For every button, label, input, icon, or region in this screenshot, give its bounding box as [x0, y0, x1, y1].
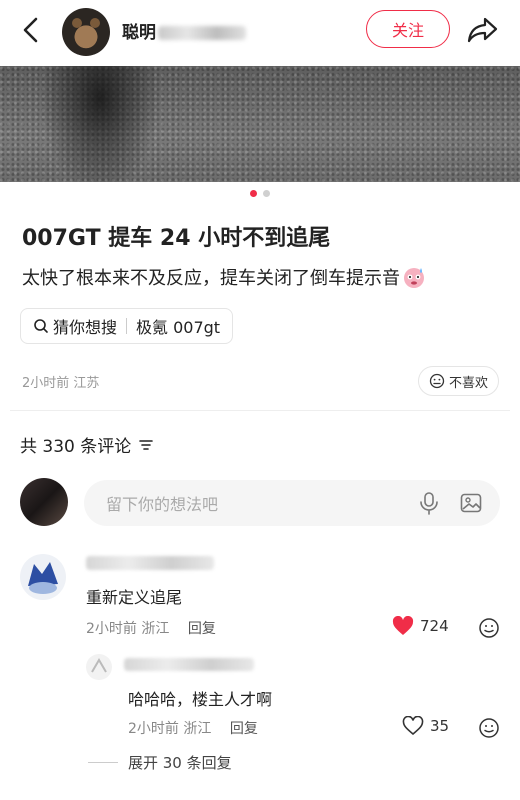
like-count: 724	[420, 617, 449, 635]
author-name[interactable]: 聪明	[122, 18, 246, 43]
back-arrow-icon[interactable]	[16, 14, 48, 46]
post-meta: 2小时前 江苏	[22, 376, 100, 391]
post-description: 太快了根本来不及反应，提车关闭了倒车提示音	[22, 264, 426, 290]
author-avatar[interactable]	[62, 8, 110, 56]
author-name-blurred	[158, 26, 246, 40]
reply-text[interactable]: 哈哈哈，楼主人才啊	[128, 686, 272, 710]
like-button[interactable]: 35	[402, 716, 449, 736]
search-icon	[34, 319, 48, 333]
like-button[interactable]: 724	[392, 616, 449, 636]
reply-meta: 2小时前 浙江 回复	[128, 721, 258, 737]
search-query: 极氪 007gt	[136, 318, 221, 337]
search-prefix: 猜你想搜	[53, 318, 118, 337]
sort-icon[interactable]	[139, 439, 154, 451]
carousel-dot	[263, 190, 270, 197]
expand-line	[88, 762, 118, 763]
heart-outline-icon	[402, 716, 424, 736]
commenter-avatar[interactable]	[20, 554, 66, 600]
divider	[10, 410, 510, 411]
commenter-name-blurred[interactable]	[86, 556, 214, 570]
replier-name-blurred[interactable]	[124, 658, 254, 671]
reply-button[interactable]: 回复	[188, 621, 216, 637]
top-bar: 聪明 关注	[0, 0, 520, 64]
post-image[interactable]	[0, 66, 520, 182]
expand-replies-button[interactable]: 展开 30 条回复	[88, 752, 232, 773]
like-count: 35	[430, 717, 450, 735]
carousel-indicator	[0, 190, 520, 200]
dislike-button[interactable]: 不喜欢	[418, 366, 500, 396]
sweat-face-emoji-icon	[404, 268, 424, 288]
my-avatar	[20, 478, 68, 526]
share-icon[interactable]	[466, 12, 500, 46]
follow-button[interactable]: 关注	[366, 10, 450, 48]
replier-avatar[interactable]	[86, 654, 112, 680]
microphone-icon[interactable]	[418, 491, 440, 515]
neutral-face-icon	[429, 373, 445, 389]
reaction-face-icon[interactable]	[478, 617, 500, 639]
comment-count[interactable]: 共 330 条评论	[20, 432, 154, 457]
comment-meta: 2小时前 浙江 回复	[86, 621, 216, 637]
reply-button[interactable]: 回复	[230, 721, 258, 737]
guess-search-tag[interactable]: 猜你想搜 极氪 007gt	[20, 308, 234, 344]
image-icon[interactable]	[460, 492, 482, 514]
comment-text[interactable]: 重新定义追尾	[86, 584, 182, 608]
post-title: 007GT 提车 24 小时不到追尾	[22, 226, 331, 251]
reaction-face-icon[interactable]	[478, 717, 500, 739]
heart-filled-icon	[392, 616, 414, 635]
carousel-dot-active	[250, 190, 257, 197]
